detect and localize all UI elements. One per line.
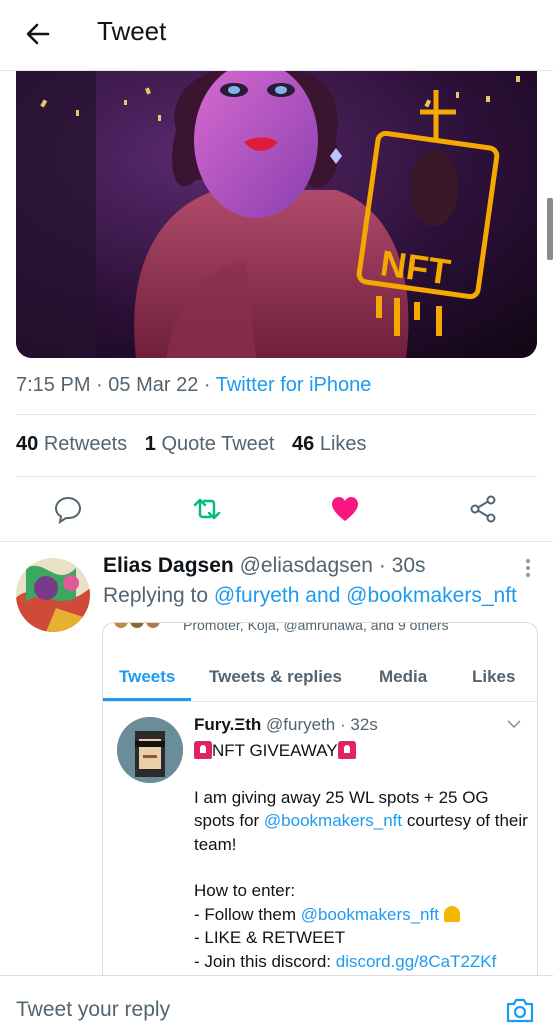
siren-emoji-icon bbox=[194, 741, 212, 759]
siren-emoji-icon bbox=[337, 741, 356, 759]
step-like-retweet: - LIKE & RETWEET bbox=[194, 928, 346, 947]
card-followed-by-text: Promoter, Koja, @amrunawa, and 9 others bbox=[183, 622, 449, 633]
divider bbox=[16, 414, 537, 415]
divider bbox=[16, 476, 537, 477]
bell-emoji-icon bbox=[443, 905, 460, 922]
step-join-discord: - Join this discord: discord.gg/8CaT2ZKf bbox=[194, 950, 529, 974]
reply-author[interactable]: Elias Dagsen @eliasdagsen · 30s bbox=[103, 554, 426, 578]
likes-count: 46 bbox=[292, 433, 315, 455]
scrollbar[interactable] bbox=[547, 198, 553, 260]
likes-label: Likes bbox=[319, 433, 367, 455]
step-follow: - Follow them @bookmakers_nft bbox=[194, 903, 529, 927]
tweet-meta: 7:15 PM · 05 Mar 22 · Twitter for iPhone bbox=[16, 374, 371, 397]
avatar-image bbox=[16, 558, 90, 632]
how-to-enter: How to enter: bbox=[194, 881, 296, 900]
embedded-screenshot-card[interactable]: Promoter, Koja, @amrunawa, and 9 others … bbox=[102, 622, 538, 979]
profile-tabs: Tweets Tweets & replies Media Likes bbox=[103, 653, 537, 702]
quote-count: 1 bbox=[144, 433, 156, 455]
reply-composer[interactable]: Tweet your reply bbox=[0, 975, 553, 1025]
discord-link[interactable]: discord.gg/8CaT2ZKf bbox=[336, 952, 497, 971]
tab-media[interactable]: Media bbox=[379, 667, 427, 687]
step-follow-text: - Follow them bbox=[194, 904, 301, 924]
tweet-stats: 40 Retweets 1 Quote Tweet 46 Likes bbox=[16, 433, 367, 456]
replying-to-prefix: Replying to bbox=[103, 584, 209, 607]
giveaway-description: I am giving away 25 WL spots + 25 OG spo… bbox=[194, 786, 529, 857]
reply-icon[interactable] bbox=[53, 494, 83, 524]
page-title: Tweet bbox=[97, 16, 167, 46]
tweet-source-link[interactable]: Twitter for iPhone bbox=[216, 374, 372, 396]
headline-text: NFT GIVEAWAY bbox=[212, 741, 338, 760]
inner-author-handle: @furyeth bbox=[266, 715, 336, 734]
top-bar: Tweet bbox=[0, 0, 553, 71]
like-icon[interactable] bbox=[330, 494, 360, 524]
replying-to: Replying to @furyeth and @bookmakers_nft bbox=[103, 584, 517, 608]
tweet-time: 7:15 PM bbox=[16, 374, 91, 396]
chevron-down-icon[interactable] bbox=[507, 719, 521, 729]
share-icon[interactable] bbox=[468, 494, 498, 524]
tweet-date: 05 Mar 22 bbox=[108, 374, 199, 396]
retweets-stat[interactable]: 40 Retweets bbox=[16, 433, 127, 455]
section-divider bbox=[0, 541, 553, 542]
tab-tweets[interactable]: Tweets bbox=[119, 667, 175, 687]
more-options-icon[interactable] bbox=[525, 558, 531, 578]
pixel-avatar-image bbox=[117, 717, 183, 783]
inner-tweet-author[interactable]: Fury.Ξth @furyeth · 32s bbox=[194, 715, 378, 735]
replying-to-users-link[interactable]: @furyeth and @bookmakers_nft bbox=[214, 584, 517, 607]
meta-separator: · bbox=[340, 715, 351, 734]
tab-tweets-replies[interactable]: Tweets & replies bbox=[209, 667, 342, 687]
meta-separator: · bbox=[96, 374, 109, 396]
camera-icon[interactable] bbox=[505, 996, 535, 1024]
reply-author-name: Elias Dagsen bbox=[103, 554, 234, 577]
meta-separator: · bbox=[203, 374, 216, 396]
tab-likes[interactable]: Likes bbox=[472, 667, 515, 687]
tweet-image[interactable]: NFT bbox=[16, 70, 537, 358]
reply-time: 30s bbox=[391, 554, 426, 577]
tweet-actions bbox=[0, 486, 553, 532]
giveaway-headline: NFT GIVEAWAY bbox=[194, 739, 529, 763]
bookmakers-mention-link[interactable]: @bookmakers_nft bbox=[264, 811, 402, 830]
reply-input[interactable]: Tweet your reply bbox=[16, 998, 170, 1022]
retweets-label: Retweets bbox=[43, 433, 128, 455]
tweet-image-artwork: NFT bbox=[16, 70, 537, 358]
inner-tweet-text: NFT GIVEAWAY I am giving away 25 WL spot… bbox=[194, 739, 529, 973]
followers-avatars-icon bbox=[114, 623, 160, 628]
inner-author-name: Fury.Ξth bbox=[194, 715, 262, 734]
retweet-icon[interactable] bbox=[192, 494, 222, 524]
quote-label: Quote Tweet bbox=[161, 433, 275, 455]
step-discord-text: - Join this discord: bbox=[194, 951, 336, 971]
avatar[interactable] bbox=[16, 558, 90, 632]
back-arrow-icon[interactable] bbox=[22, 18, 54, 50]
inner-avatar[interactable] bbox=[117, 717, 183, 783]
reply-author-handle: @eliasdagsen bbox=[239, 554, 373, 577]
inner-tweet-time: 32s bbox=[350, 715, 378, 734]
quote-tweets-stat[interactable]: 1 Quote Tweet bbox=[145, 433, 275, 455]
active-tab-indicator bbox=[103, 698, 191, 701]
meta-separator: · bbox=[378, 554, 392, 577]
bookmakers-mention-link[interactable]: @bookmakers_nft bbox=[301, 905, 439, 924]
retweets-count: 40 bbox=[16, 433, 39, 455]
likes-stat[interactable]: 46 Likes bbox=[292, 433, 367, 455]
